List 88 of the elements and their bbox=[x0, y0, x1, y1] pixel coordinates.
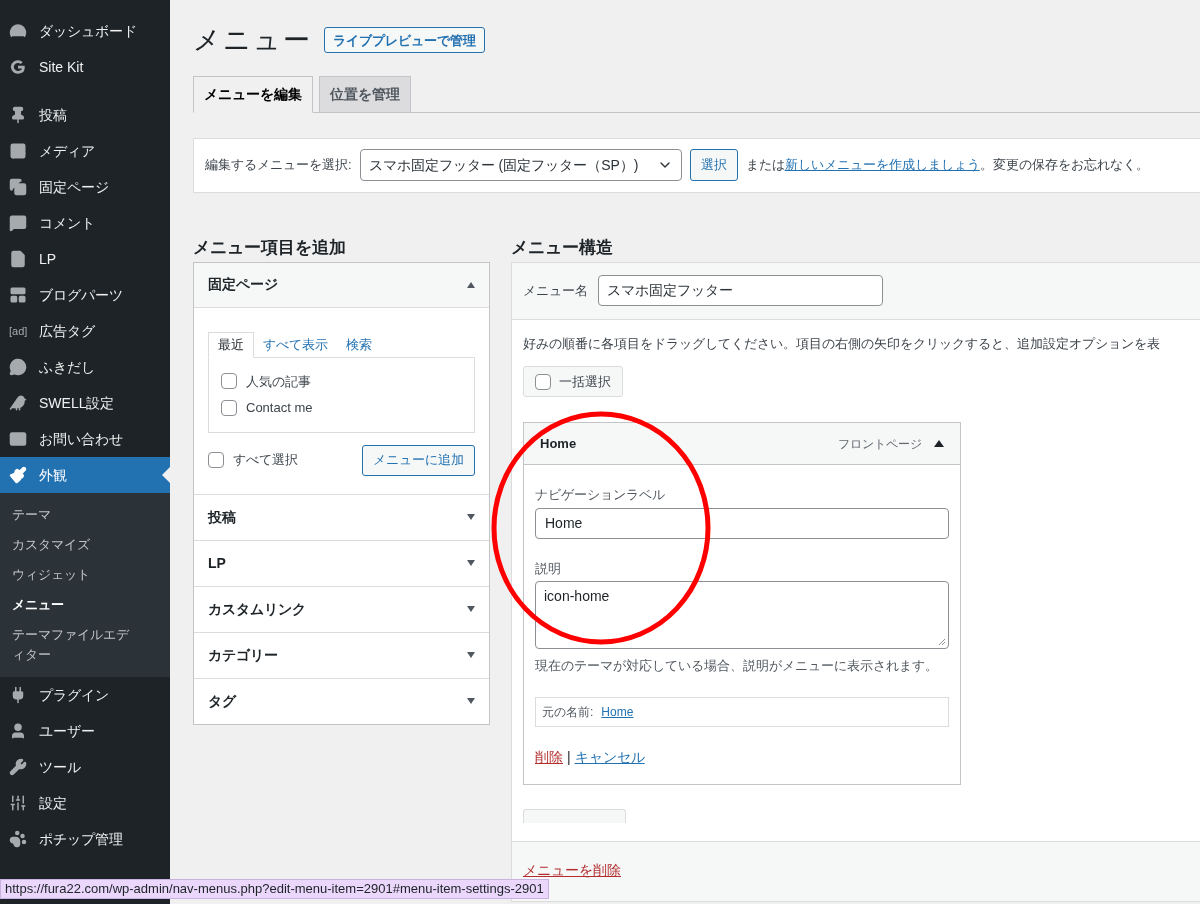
expand-arrow-icon[interactable] bbox=[467, 698, 475, 704]
page-option-label: Contact me bbox=[246, 399, 313, 417]
select-menu-label: 編集するメニューを選択: bbox=[205, 156, 352, 175]
expand-arrow-icon[interactable] bbox=[467, 652, 475, 658]
menu-item-type: フロントページ bbox=[838, 435, 922, 453]
collapse-arrow-icon[interactable] bbox=[467, 281, 475, 288]
file-icon bbox=[9, 250, 27, 268]
description-textarea[interactable]: icon-home bbox=[535, 581, 949, 649]
sidebar-item[interactable]: コメント bbox=[0, 205, 170, 241]
select-button[interactable]: 選択 bbox=[689, 149, 738, 181]
panel-tab[interactable]: 最近 bbox=[208, 331, 254, 358]
submenu-item[interactable]: テーマ bbox=[0, 500, 150, 530]
menu-select[interactable]: スマホ固定フッター (固定フッター（SP）) bbox=[359, 149, 682, 181]
sidebar-item[interactable]: [ad] 広告タグ bbox=[0, 313, 170, 349]
pin-icon bbox=[9, 106, 27, 124]
delete-menu-link[interactable]: メニューを削除 bbox=[523, 861, 621, 878]
sidebar-item[interactable]: ダッシュボード bbox=[0, 13, 170, 49]
original-name-label: 元の名前: bbox=[542, 704, 594, 721]
select-all-label: すべて選択 bbox=[233, 451, 298, 470]
sidebar-item[interactable]: ポチップ管理 bbox=[0, 821, 170, 857]
checkbox[interactable] bbox=[208, 452, 224, 468]
g-logo-icon bbox=[9, 58, 27, 76]
sidebar-item[interactable]: 設定 bbox=[0, 785, 170, 821]
sidebar-item[interactable]: プラグイン bbox=[0, 677, 170, 713]
sidebar-item[interactable]: 外観 bbox=[0, 457, 170, 493]
sidebar-item[interactable]: メディア bbox=[0, 133, 170, 169]
bird-icon bbox=[9, 394, 27, 412]
page-option-label: 人気の記事 bbox=[246, 372, 311, 391]
live-preview-button[interactable]: ライブプレビューで管理 bbox=[324, 27, 485, 54]
add-to-menu-button[interactable]: メニューに追加 bbox=[362, 444, 475, 476]
create-menu-link[interactable]: 新しいメニューを作成しましょう bbox=[784, 157, 980, 173]
page-title: メニュー bbox=[193, 24, 312, 57]
menu-name-field[interactable]: スマホ固定フッター bbox=[598, 275, 883, 306]
user-icon bbox=[9, 722, 27, 740]
sidebar-item[interactable]: ユーザー bbox=[0, 713, 170, 749]
sidebar-item[interactable]: SWELL設定 bbox=[0, 385, 170, 421]
submenu-item[interactable]: メニュー bbox=[0, 590, 150, 620]
instructions-text: 好みの順番に各項目をドラッグしてください。項目の右側の矢印をクリックすると、追加設定オプションを表 bbox=[523, 334, 1161, 353]
collapse-arrow-icon[interactable] bbox=[934, 440, 944, 447]
help-text: 現在のテーマが対応している場合、説明がメニューに表示されます。 bbox=[535, 657, 939, 675]
menu-item-header[interactable]: Home フロントページ bbox=[524, 423, 960, 465]
paw-icon bbox=[9, 830, 27, 848]
field-caption: 説明 bbox=[535, 559, 562, 578]
sidebar-item[interactable]: ふきだし bbox=[0, 349, 170, 385]
expand-arrow-icon[interactable] bbox=[467, 514, 475, 520]
menu-name-label: メニュー名 bbox=[523, 281, 588, 300]
nav-tab[interactable]: メニューを編集 bbox=[193, 75, 313, 113]
sidebar-item[interactable]: お問い合わせ bbox=[0, 421, 170, 457]
submenu-item[interactable]: カスタマイズ bbox=[0, 530, 150, 560]
layout-icon bbox=[9, 286, 27, 304]
create-menu-text: または新しいメニューを作成しましょう。変更の保存をお忘れなく。 bbox=[745, 156, 1149, 175]
checkbox[interactable] bbox=[535, 373, 551, 390]
link-separator: | bbox=[567, 748, 571, 767]
sidebar-item[interactable]: 投稿 bbox=[0, 97, 170, 133]
wrench-icon bbox=[9, 758, 27, 776]
original-name-link[interactable]: Home bbox=[601, 703, 634, 721]
sidebar-item[interactable]: ツール bbox=[0, 749, 170, 785]
status-url-tooltip: https://fura22.com/wp-admin/nav-menus.php?edit-menu-item=2901#menu-item-settings-2901 bbox=[0, 879, 549, 899]
accordion-header[interactable]: 固定ページ bbox=[194, 262, 489, 308]
sidebar-item[interactable]: 固定ページ bbox=[0, 169, 170, 205]
section-heading: メニュー構造 bbox=[511, 236, 614, 259]
section-heading: メニュー項目を追加 bbox=[193, 236, 347, 259]
expand-arrow-icon[interactable] bbox=[467, 560, 475, 566]
delete-link[interactable]: 削除 bbox=[535, 747, 563, 768]
comment-icon bbox=[9, 214, 27, 232]
resize-handle-icon[interactable] bbox=[938, 638, 946, 646]
cancel-link[interactable]: キャンセル bbox=[574, 747, 645, 768]
ad-icon: [ad] bbox=[9, 325, 28, 337]
sidebar-item[interactable]: LP bbox=[0, 241, 170, 277]
expand-arrow-icon[interactable] bbox=[467, 606, 475, 612]
current-pointer-icon bbox=[162, 467, 170, 483]
panel-tab[interactable]: 検索 bbox=[337, 331, 381, 358]
navigation-label-field[interactable]: Home bbox=[535, 507, 949, 539]
checkbox[interactable] bbox=[221, 399, 237, 416]
menu-item-title: Home bbox=[540, 434, 577, 453]
nav-tab[interactable]: 位置を管理 bbox=[319, 75, 411, 113]
brush-icon bbox=[9, 466, 27, 484]
panel-tab[interactable]: すべて表示 bbox=[254, 331, 337, 358]
bulk-select-button[interactable]: 一括選択 bbox=[523, 366, 623, 397]
field-caption: ナビゲーションラベル bbox=[535, 486, 666, 504]
sidebar-item[interactable]: Site Kit bbox=[0, 49, 170, 85]
submenu-item[interactable]: テーマファイルエディター bbox=[0, 620, 150, 670]
submenu-item[interactable]: ウィジェット bbox=[0, 560, 150, 590]
pages-icon bbox=[9, 178, 27, 196]
speech-bubble-icon bbox=[9, 358, 27, 376]
checkbox[interactable] bbox=[221, 373, 237, 390]
sliders-icon bbox=[9, 794, 27, 812]
sidebar-item[interactable]: ブログパーツ bbox=[0, 277, 170, 313]
